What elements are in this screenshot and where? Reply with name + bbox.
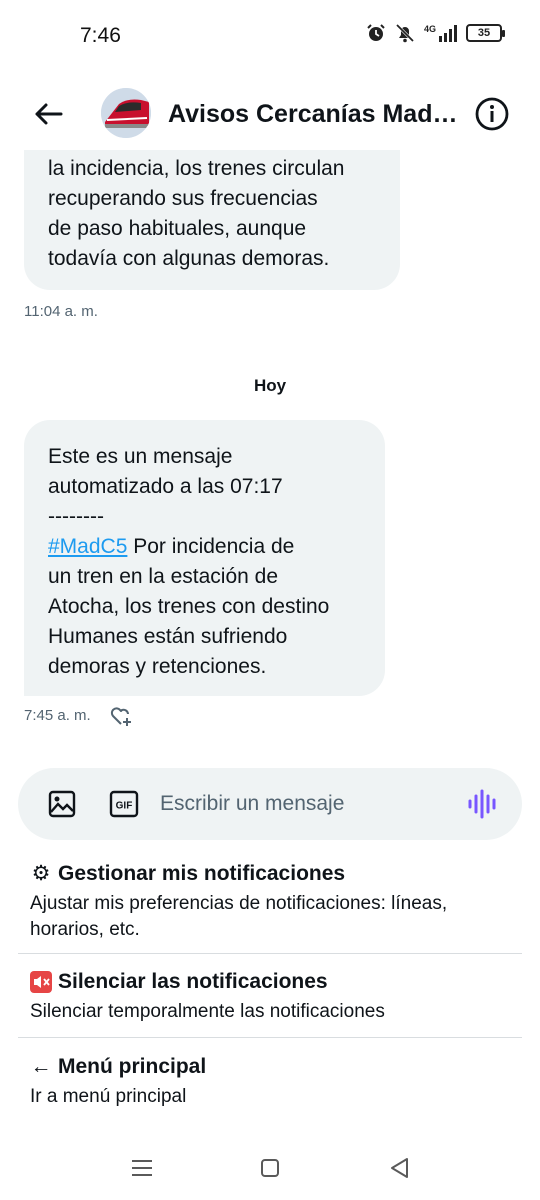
alarm-icon [366,23,386,43]
divider [18,1037,522,1038]
network-type-label: 4G [423,24,436,34]
system-back-button[interactable] [386,1156,414,1180]
train-logo-icon [101,88,151,138]
triangle-back-icon [391,1158,408,1178]
add-gif-button[interactable]: GIF [108,788,140,820]
quick-reply-title-row: ⚙ Gestionar mis notificaciones [30,860,510,888]
muted-speaker-icon [30,971,52,993]
add-reaction-button[interactable] [108,703,134,729]
info-button[interactable] [474,96,510,132]
gear-icon: ⚙ [31,862,51,885]
message-intro: Este es un mensaje automatizado a las 07… [48,445,283,528]
quick-reply-description: Silenciar temporalmente las notificacion… [30,1001,385,1022]
message-text: Este es un mensaje automatizado a las 07… [48,442,361,682]
message-text: la incidencia, los trenes circulan recup… [48,157,345,270]
image-icon [48,790,76,818]
status-bar: 7:46 4G 35 [0,0,540,72]
quick-reply-description: Ir a menú principal [30,1086,187,1107]
battery-icon: 35 [466,24,505,42]
menu-lines-icon [132,1160,152,1176]
gif-label: GIF [116,801,133,812]
system-nav-bar [0,1140,540,1200]
square-icon [261,1159,279,1177]
quick-reply-mute-notifications[interactable]: Silenciar las notificaciones Silenciar t… [0,968,540,1025]
left-arrow-icon: ← [30,1055,52,1078]
gif-icon: GIF [109,790,139,818]
quick-reply-main-menu[interactable]: ← Menú principal Ir a menú principal [0,1053,540,1110]
quick-reply-title: Menú principal [58,1055,207,1078]
message-composer: GIF [18,768,522,840]
avatar[interactable] [101,88,151,138]
status-time: 7:46 [80,24,121,47]
message-timestamp: 11:04 a. m. [24,303,98,320]
message-thread[interactable]: la incidencia, los trenes circulan recup… [0,150,540,750]
quick-reply-title: Silenciar las notificaciones [58,970,328,993]
day-separator: Hoy [253,376,287,395]
divider [18,953,522,954]
message-bubble[interactable]: Este es un mensaje automatizado a las 07… [24,420,385,696]
recent-apps-button[interactable] [128,1156,156,1180]
quick-reply-title-row: Silenciar las notificaciones [30,968,510,996]
conversation-header: Avisos Cercanías Madrid [0,80,540,144]
quick-reply-title-row: ← Menú principal [30,1053,510,1081]
hashtag-link[interactable]: #MadC5 [48,535,127,558]
heart-plus-icon [110,707,131,726]
message-bubble[interactable]: la incidencia, los trenes circulan recup… [24,150,400,290]
info-icon [475,97,509,131]
arrow-left-icon [35,103,63,125]
mute-bell-icon [394,22,416,44]
signal-icon [438,24,458,42]
message-timestamp: 7:45 a. m. [24,707,91,724]
voice-waveform-icon [468,789,496,819]
voice-message-button[interactable] [466,788,500,820]
quick-reply-title: Gestionar mis notificaciones [58,862,346,885]
back-button[interactable] [28,94,68,134]
conversation-title[interactable]: Avisos Cercanías Madrid [168,100,460,129]
status-icons: 4G 35 [366,22,505,44]
home-button[interactable] [256,1156,284,1180]
quick-reply-description: Ajustar mis preferencias de notificacion… [30,893,448,940]
quick-reply-manage-notifications[interactable]: ⚙ Gestionar mis notificaciones Ajustar m… [0,860,540,943]
add-image-button[interactable] [46,788,78,820]
message-input[interactable] [158,768,458,840]
